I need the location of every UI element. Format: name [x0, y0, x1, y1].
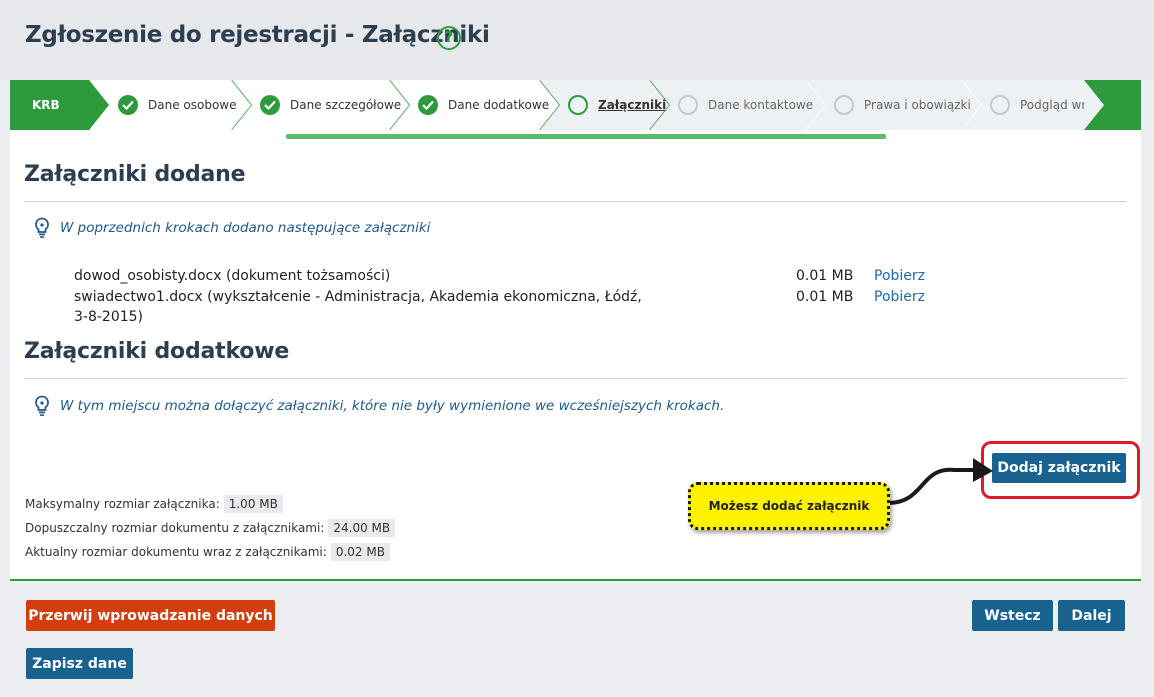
- step-prawa-i-obowiazki[interactable]: Prawa i obowiązki: [806, 80, 982, 130]
- step-podglad-wniosku[interactable]: Podgląd wniosku: [962, 80, 1104, 130]
- limit-value: 24.00 MB: [328, 519, 396, 537]
- limit-label: Aktualny rozmiar dokumentu wraz z załącz…: [25, 545, 327, 559]
- check-circle-icon: [418, 95, 438, 115]
- added-hint-text: W poprzednich krokach dodano następujące…: [60, 220, 431, 236]
- limit-value: 1.00 MB: [223, 495, 283, 513]
- divider: [24, 201, 1126, 202]
- pointer-arrow-icon: [887, 458, 993, 505]
- step-dane-dodatkowe[interactable]: Dane dodatkowe: [390, 80, 560, 130]
- panel-divider: [10, 579, 1141, 581]
- wizard-stepper: KRB Dane osobowe Dane szczegółowe Dane d…: [10, 80, 1141, 130]
- limit-label: Dopuszczalny rozmiar dokumentu z załączn…: [25, 521, 325, 535]
- step-label: Dane kontaktowe: [708, 98, 814, 112]
- lightbulb-icon: [35, 395, 49, 416]
- added-hint: W poprzednich krokach dodano następujące…: [34, 217, 430, 239]
- step-label: Prawa i obowiązki: [864, 98, 971, 112]
- attachment-size: 0.01 MB: [796, 268, 854, 284]
- step-label: Dane osobowe: [148, 98, 237, 112]
- step-dane-szczegolowe[interactable]: Dane szczegółowe: [232, 80, 410, 130]
- additional-hint-text: W tym miejscu można dołączyć załączniki,…: [60, 398, 725, 414]
- save-button[interactable]: Zapisz dane: [26, 648, 133, 679]
- check-circle-icon: [118, 95, 138, 115]
- step-dane-osobowe[interactable]: Dane osobowe: [90, 80, 252, 130]
- empty-circle-icon: [678, 95, 698, 115]
- limit-row: Dopuszczalny rozmiar dokumentu z załączn…: [25, 519, 396, 537]
- added-attachments-heading: Załączniki dodane: [24, 162, 246, 187]
- divider: [24, 378, 1126, 379]
- limit-row: Maksymalny rozmiar załącznika: 1.00 MB: [25, 495, 283, 513]
- step-progress-indicator: [286, 134, 886, 139]
- additional-hint: W tym miejscu można dołączyć załączniki,…: [34, 395, 724, 417]
- attachment-name: swiadectwo1.docx (wykształcenie - Admini…: [74, 289, 642, 325]
- step-krb-label: KRB: [32, 98, 60, 112]
- abort-button[interactable]: Przerwij wprowadzanie danych: [26, 600, 275, 631]
- attachment-name: dowod_osobisty.docx (dokument tożsamości…: [74, 268, 391, 284]
- empty-circle-icon: [990, 95, 1010, 115]
- next-button[interactable]: Dalej: [1058, 600, 1125, 631]
- empty-circle-icon: [834, 95, 854, 115]
- add-attachment-button[interactable]: Dodaj załącznik: [992, 453, 1126, 483]
- question-circle-icon[interactable]: ?: [437, 26, 461, 50]
- step-label: Dane dodatkowe: [448, 98, 550, 112]
- lightbulb-icon: [35, 217, 49, 238]
- attachment-size: 0.01 MB: [796, 289, 854, 305]
- limit-label: Maksymalny rozmiar załącznika:: [25, 497, 220, 511]
- limit-row: Aktualny rozmiar dokumentu wraz z załącz…: [25, 543, 390, 561]
- page-title: Zgłoszenie do rejestracji - Załączniki: [25, 22, 490, 48]
- download-link[interactable]: Pobierz: [874, 287, 925, 307]
- tooltip-callout: Możesz dodać załącznik: [688, 482, 890, 530]
- current-step-circle-icon: [568, 95, 588, 115]
- back-button[interactable]: Wstecz: [972, 600, 1053, 631]
- additional-attachments-heading: Załączniki dodatkowe: [24, 339, 290, 364]
- step-label: Podgląd wniosku: [1020, 98, 1084, 112]
- page-header: Zgłoszenie do rejestracji - Załączniki ?: [0, 0, 1154, 80]
- limit-value: 0.02 MB: [330, 543, 390, 561]
- step-dane-kontaktowe[interactable]: Dane kontaktowe: [650, 80, 826, 130]
- check-circle-icon: [260, 95, 280, 115]
- step-label: Dane szczegółowe: [290, 98, 402, 112]
- download-link[interactable]: Pobierz: [874, 266, 925, 286]
